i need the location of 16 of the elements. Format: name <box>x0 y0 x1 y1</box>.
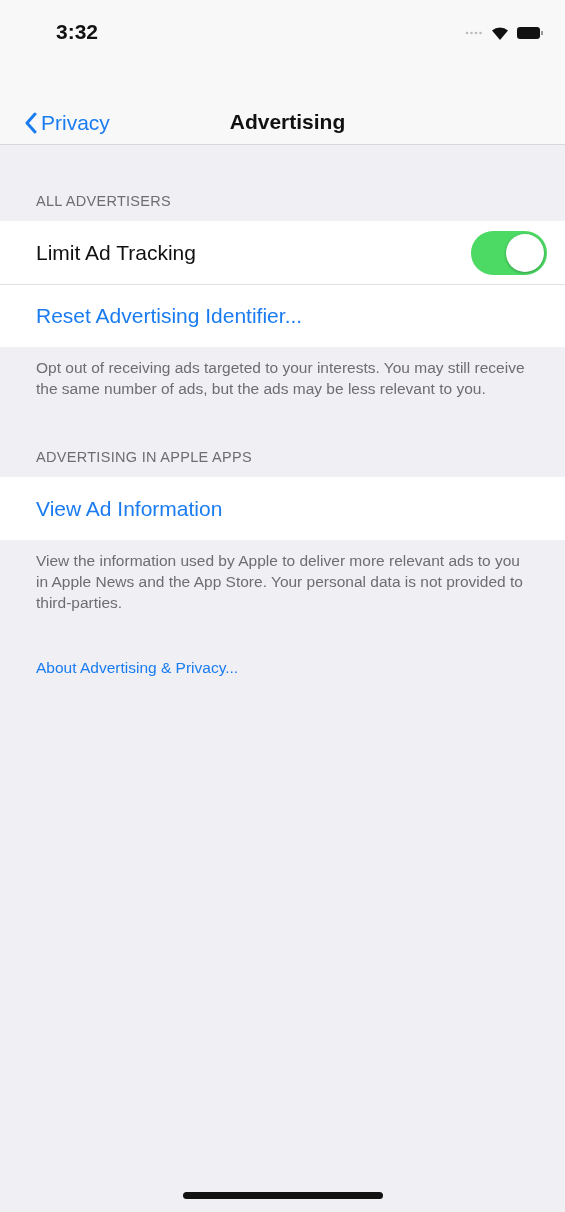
section-header: ADVERTISING IN APPLE APPS <box>35 448 253 467</box>
row-label: Limit Ad Tracking <box>36 240 196 265</box>
battery-icon <box>517 27 543 39</box>
section-header: ALL ADVERTISERS <box>35 192 173 211</box>
screen-title: Advertising <box>229 110 346 133</box>
chevron-left-icon <box>24 111 37 134</box>
toggle-switch[interactable] <box>471 230 547 275</box>
signal-icon <box>465 31 483 35</box>
link-button[interactable]: View Ad Information <box>36 496 223 521</box>
section-footer: Opt out of receiving ads targeted to your interests. You may still receive the same number of ads, but the ads may be less relevant to you. <box>0 347 565 399</box>
back-button[interactable]: Privacy <box>24 110 110 135</box>
status-time: 3:32 <box>56 20 99 44</box>
section-footer: View the information used by Apple to deliver more relevant ads to you in Apple News and the App Store. Your personal data is not provided to third-parties. <box>0 540 565 613</box>
link-button[interactable]: Reset Advertising Identifier... <box>36 304 303 328</box>
about-link[interactable]: About Advertising & Privacy... <box>36 659 239 676</box>
wifi-icon <box>491 26 509 40</box>
